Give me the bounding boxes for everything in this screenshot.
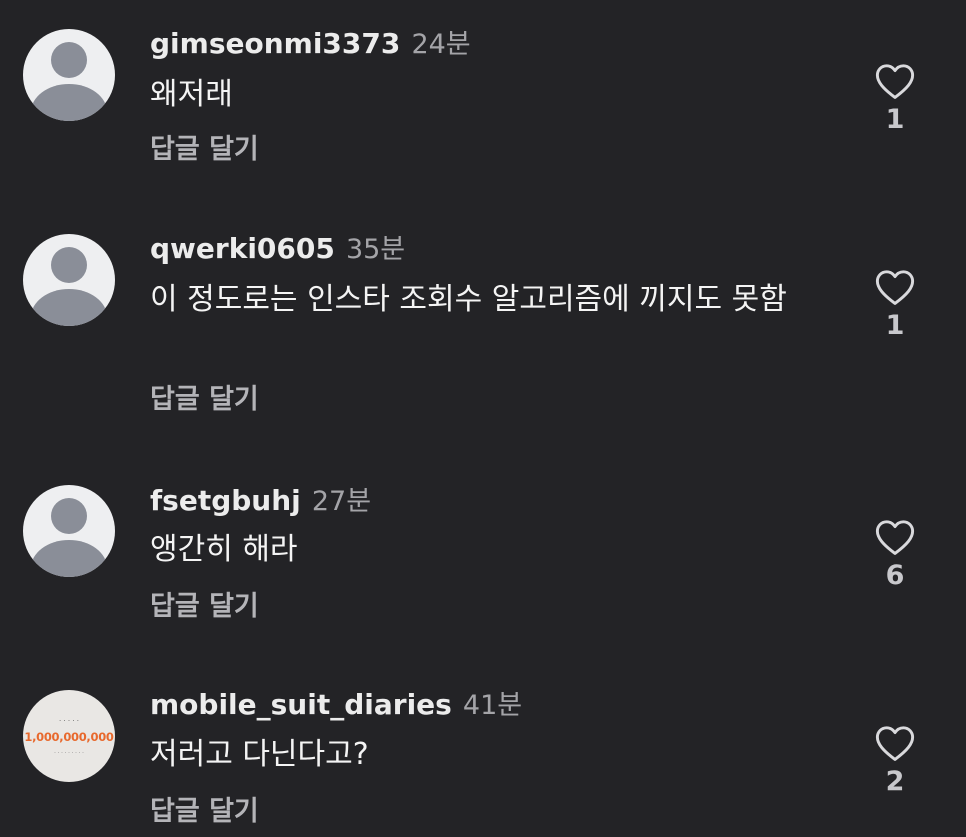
comment-username[interactable]: gimseonmi3373 bbox=[150, 27, 400, 60]
comment-username[interactable]: qwerki0605 bbox=[150, 232, 335, 265]
heart-icon bbox=[875, 520, 915, 555]
like-button[interactable]: 1 bbox=[866, 268, 924, 341]
comment-username[interactable]: fsetgbuhj bbox=[150, 484, 301, 517]
default-avatar-icon[interactable] bbox=[23, 234, 115, 326]
reply-button[interactable]: 답글 달기 bbox=[150, 377, 259, 416]
profile-photo[interactable]: · · · · · 1,000,000,000 · · · · · · · · … bbox=[23, 690, 115, 782]
photo-detail: · · · · · · · · · bbox=[54, 750, 84, 756]
comment-meta: mobile_suit_diaries 41분 bbox=[150, 683, 522, 722]
reply-button[interactable]: 답글 달기 bbox=[150, 584, 259, 623]
photo-detail: · · · · · bbox=[58, 717, 80, 725]
heart-icon bbox=[875, 64, 915, 99]
comment-text: 저러고 다닌다고? bbox=[150, 737, 369, 772]
default-avatar-icon[interactable] bbox=[23, 485, 115, 577]
reply-button[interactable]: 답글 달기 bbox=[150, 789, 259, 828]
heart-icon bbox=[875, 270, 915, 305]
comment-username[interactable]: mobile_suit_diaries bbox=[150, 688, 452, 721]
comment-time: 41분 bbox=[462, 690, 523, 721]
heart-icon bbox=[875, 726, 915, 761]
comment-meta: qwerki0605 35분 bbox=[150, 227, 405, 266]
comment-text: 왜저래 bbox=[150, 77, 233, 112]
like-count: 2 bbox=[885, 766, 905, 797]
default-avatar-icon[interactable] bbox=[23, 29, 115, 121]
like-button[interactable]: 2 bbox=[866, 724, 924, 797]
comment-time: 27분 bbox=[311, 486, 372, 517]
comment-text: 앵간히 해라 bbox=[150, 532, 298, 567]
like-count: 6 bbox=[885, 560, 905, 591]
reply-button[interactable]: 답글 달기 bbox=[150, 127, 259, 166]
photo-detail: 1,000,000,000 bbox=[24, 730, 114, 744]
like-count: 1 bbox=[885, 104, 905, 135]
like-button[interactable]: 1 bbox=[866, 62, 924, 135]
like-button[interactable]: 6 bbox=[866, 518, 924, 591]
comment-text: 이 정도로는 인스타 조회수 알고리즘에 끼지도 못함 bbox=[150, 282, 787, 317]
comment-time: 35분 bbox=[345, 234, 406, 265]
comment-meta: gimseonmi3373 24분 bbox=[150, 22, 471, 61]
comment-meta: fsetgbuhj 27분 bbox=[150, 479, 371, 518]
comment-time: 24분 bbox=[411, 29, 471, 60]
like-count: 1 bbox=[885, 310, 905, 341]
